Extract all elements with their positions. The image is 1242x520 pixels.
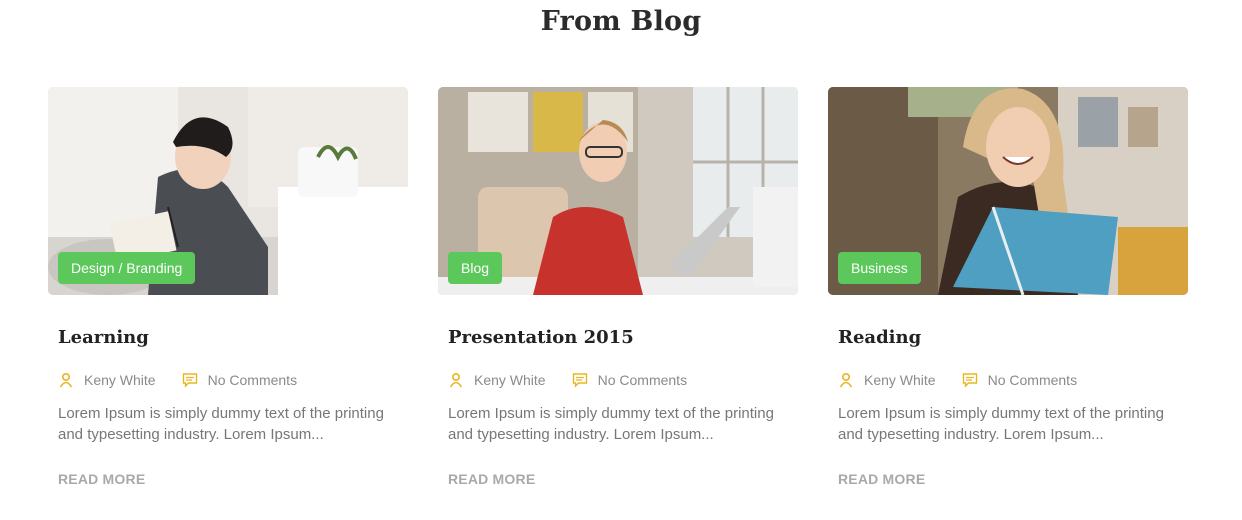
comments-count: No Comments: [207, 372, 298, 388]
post-excerpt: Lorem Ipsum is simply dummy text of the …: [58, 405, 384, 443]
post-author[interactable]: Keny White: [838, 372, 936, 388]
section-title: From Blog: [540, 6, 702, 37]
comment-icon: [572, 373, 587, 388]
comments-count: No Comments: [987, 372, 1078, 388]
post-comments[interactable]: No Comments: [962, 372, 1077, 388]
blog-card: Design / Branding Learning Keny White No…: [48, 87, 408, 487]
comment-icon: [182, 373, 197, 388]
post-author[interactable]: Keny White: [58, 372, 156, 388]
post-meta: Keny White No Comments: [58, 371, 297, 389]
post-author[interactable]: Keny White: [448, 372, 546, 388]
author-name: Keny White: [474, 372, 546, 388]
post-title[interactable]: Presentation 2015: [448, 327, 634, 348]
post-thumbnail[interactable]: Business: [828, 87, 1188, 295]
post-meta: Keny White No Comments: [838, 371, 1077, 389]
blog-card: Business Reading Keny White No Comments …: [828, 87, 1188, 487]
category-tag[interactable]: Blog: [448, 252, 503, 284]
user-icon: [449, 372, 463, 388]
read-more-link[interactable]: READ MORE: [838, 471, 925, 487]
author-name: Keny White: [84, 372, 156, 388]
post-thumbnail[interactable]: Blog: [438, 87, 798, 295]
read-more-link[interactable]: READ MORE: [448, 471, 535, 487]
category-tag[interactable]: Business: [838, 252, 921, 284]
author-name: Keny White: [864, 372, 936, 388]
post-comments[interactable]: No Comments: [182, 372, 297, 388]
user-icon: [59, 372, 73, 388]
comments-count: No Comments: [597, 372, 688, 388]
post-title[interactable]: Learning: [58, 327, 149, 348]
user-icon: [839, 372, 853, 388]
category-tag[interactable]: Design / Branding: [58, 252, 196, 284]
post-excerpt: Lorem Ipsum is simply dummy text of the …: [838, 405, 1164, 443]
read-more-link[interactable]: READ MORE: [58, 471, 145, 487]
post-title[interactable]: Reading: [838, 327, 921, 348]
post-meta: Keny White No Comments: [448, 371, 687, 389]
post-excerpt: Lorem Ipsum is simply dummy text of the …: [448, 405, 774, 443]
post-comments[interactable]: No Comments: [572, 372, 687, 388]
comment-icon: [962, 373, 977, 388]
blog-card: Blog Presentation 2015 Keny White No Com…: [438, 87, 798, 487]
post-thumbnail[interactable]: Design / Branding: [48, 87, 408, 295]
